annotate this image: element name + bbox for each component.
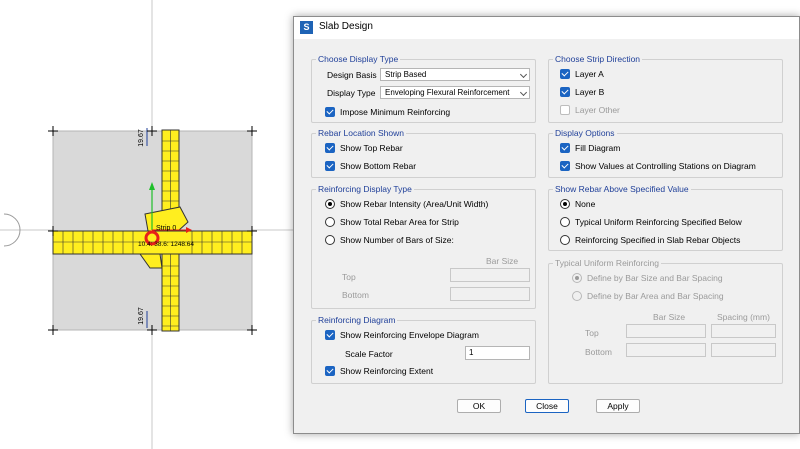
close-button[interactable]: Close xyxy=(525,399,569,413)
fill-diagram-checkbox[interactable] xyxy=(560,143,570,153)
group-rebar-location: Rebar Location Shown Show Top Rebar Show… xyxy=(311,128,536,178)
uniform-spacing-header: Spacing (mm) xyxy=(717,312,770,322)
group-display-options: Display Options Fill Diagram Show Values… xyxy=(548,128,783,178)
radio-bar-size-spacing[interactable] xyxy=(572,273,582,283)
uniform-bottom-bar-size[interactable] xyxy=(626,343,706,357)
radio-bar-size-spacing-label: Define by Bar Size and Bar Spacing xyxy=(587,273,723,283)
layer-other-checkbox[interactable] xyxy=(560,105,570,115)
layer-a-checkbox[interactable] xyxy=(560,69,570,79)
group-choose-display-type: Choose Display Type Design Basis Strip B… xyxy=(311,54,536,123)
group-rebar-above-value: Show Rebar Above Specified Value None Ty… xyxy=(548,184,783,251)
show-envelope-label: Show Reinforcing Envelope Diagram xyxy=(340,330,479,340)
show-extent-label: Show Reinforcing Extent xyxy=(340,366,434,376)
bar-size-header: Bar Size xyxy=(486,256,519,266)
radio-rebar-intensity-label: Show Rebar Intensity (Area/Unit Width) xyxy=(340,199,489,209)
bar-size-bottom-label: Bottom xyxy=(342,290,369,300)
impose-min-checkbox[interactable] xyxy=(325,107,335,117)
uniform-bottom-label: Bottom xyxy=(585,347,612,357)
radio-number-of-bars-label: Show Number of Bars of Size: xyxy=(340,235,454,245)
dimension-label-top: 19.67 xyxy=(138,129,145,147)
uniform-top-label: Top xyxy=(585,328,599,338)
legend-rebar-above-value: Show Rebar Above Specified Value xyxy=(553,184,691,195)
radio-typical-uniform[interactable] xyxy=(560,217,570,227)
radio-bar-area-spacing[interactable] xyxy=(572,291,582,301)
radio-typical-uniform-label: Typical Uniform Reinforcing Specified Be… xyxy=(575,217,742,227)
display-type-label: Display Type xyxy=(327,88,376,98)
radio-none-label: None xyxy=(575,199,596,209)
radio-total-rebar-area[interactable] xyxy=(325,217,335,227)
bar-size-bottom-select[interactable] xyxy=(450,287,530,301)
design-basis-value: Strip Based xyxy=(385,70,427,79)
strip-label: Strip 0 xyxy=(156,225,176,232)
layer-other-label: Layer Other xyxy=(575,105,620,115)
show-extent-checkbox[interactable] xyxy=(325,366,335,376)
group-typical-uniform: Typical Uniform Reinforcing Define by Ba… xyxy=(548,258,783,384)
ok-button[interactable]: OK xyxy=(457,399,501,413)
layer-a-label: Layer A xyxy=(575,69,604,79)
legend-rebar-location: Rebar Location Shown xyxy=(316,128,407,139)
show-bottom-rebar-checkbox[interactable] xyxy=(325,161,335,171)
display-type-select[interactable]: Enveloping Flexural Reinforcement xyxy=(380,86,530,99)
uniform-bottom-spacing[interactable] xyxy=(711,343,776,357)
design-basis-label: Design Basis xyxy=(327,70,377,80)
slab-design-dialog: S Slab Design Choose Display Type Design… xyxy=(293,16,800,434)
fill-diagram-label: Fill Diagram xyxy=(575,143,621,153)
legend-reinforcing-display-type: Reinforcing Display Type xyxy=(316,184,414,195)
dialog-titlebar[interactable]: S Slab Design xyxy=(294,17,799,39)
show-top-rebar-label: Show Top Rebar xyxy=(340,143,403,153)
legend-reinforcing-diagram: Reinforcing Diagram xyxy=(316,315,398,326)
radio-slab-rebar-objects-label: Reinforcing Specified in Slab Rebar Obje… xyxy=(575,235,741,245)
radio-rebar-intensity[interactable] xyxy=(325,199,335,209)
show-values-checkbox[interactable] xyxy=(560,161,570,171)
group-reinforcing-display-type: Reinforcing Display Type Show Rebar Inte… xyxy=(311,184,536,309)
apply-button[interactable]: Apply xyxy=(596,399,640,413)
legend-display-options: Display Options xyxy=(553,128,617,139)
value-label: 10.4: 38.6: 1248.64 xyxy=(138,241,194,248)
legend-typical-uniform: Typical Uniform Reinforcing xyxy=(553,258,661,269)
show-top-rebar-checkbox[interactable] xyxy=(325,143,335,153)
uniform-bar-size-header: Bar Size xyxy=(653,312,686,322)
chevron-down-icon xyxy=(519,70,528,79)
app-logo-icon: S xyxy=(300,21,313,34)
show-bottom-rebar-label: Show Bottom Rebar xyxy=(340,161,417,171)
chevron-down-icon xyxy=(519,88,528,97)
uniform-top-bar-size[interactable] xyxy=(626,324,706,338)
group-reinforcing-diagram: Reinforcing Diagram Show Reinforcing Env… xyxy=(311,315,536,384)
legend-strip-direction: Choose Strip Direction xyxy=(553,54,643,65)
show-values-label: Show Values at Controlling Stations on D… xyxy=(575,161,756,171)
bar-size-top-select[interactable] xyxy=(450,268,530,282)
group-strip-direction: Choose Strip Direction Layer A Layer B L… xyxy=(548,54,783,123)
bar-size-top-label: Top xyxy=(342,272,356,282)
layer-b-checkbox[interactable] xyxy=(560,87,570,97)
layer-b-label: Layer B xyxy=(575,87,605,97)
radio-total-rebar-area-label: Show Total Rebar Area for Strip xyxy=(340,217,459,227)
impose-min-label: Impose Minimum Reinforcing xyxy=(340,107,451,117)
radio-none[interactable] xyxy=(560,199,570,209)
scale-factor-input[interactable]: 1 xyxy=(465,346,530,360)
display-type-value: Enveloping Flexural Reinforcement xyxy=(385,88,510,97)
radio-slab-rebar-objects[interactable] xyxy=(560,235,570,245)
dialog-title: Slab Design xyxy=(319,21,373,32)
show-envelope-checkbox[interactable] xyxy=(325,330,335,340)
radio-bar-area-spacing-label: Define by Bar Area and Bar Spacing xyxy=(587,291,724,301)
design-basis-select[interactable]: Strip Based xyxy=(380,68,530,81)
scale-factor-label: Scale Factor xyxy=(345,349,393,359)
uniform-top-spacing[interactable] xyxy=(711,324,776,338)
dimension-label-bottom: 19.67 xyxy=(138,307,145,325)
legend-choose-display-type: Choose Display Type xyxy=(316,54,401,65)
radio-number-of-bars[interactable] xyxy=(325,235,335,245)
